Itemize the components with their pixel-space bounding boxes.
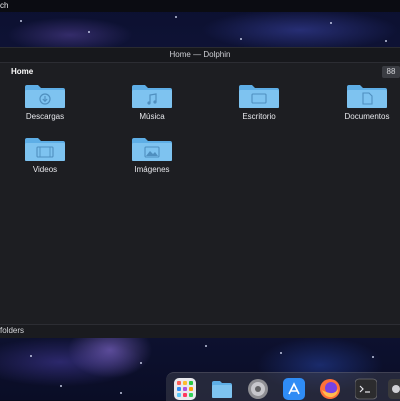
folder-label: Descargas <box>25 112 65 121</box>
star <box>280 352 282 354</box>
folder-musica[interactable]: Música <box>117 83 187 131</box>
star <box>140 362 142 364</box>
star <box>60 385 62 387</box>
star <box>205 345 207 347</box>
folder-label: Imágenes <box>134 165 170 174</box>
video-icon <box>25 138 65 161</box>
folder-label: Escritorio <box>242 112 276 121</box>
dock <box>166 372 400 401</box>
folder-label: Música <box>139 112 165 121</box>
dolphin-window[interactable]: Home — Dolphin Home 88 Descargas Música … <box>0 47 400 338</box>
folder-documentos[interactable]: Documentos <box>332 83 400 131</box>
launchpad-icon[interactable] <box>174 378 196 400</box>
star <box>88 31 90 33</box>
status-text: folders <box>0 326 25 335</box>
top-panel-text: ch <box>0 1 9 10</box>
star <box>20 20 22 22</box>
top-panel: ch <box>0 0 400 12</box>
settings-icon[interactable] <box>247 378 269 400</box>
music-icon <box>132 85 172 108</box>
folder-label: Documentos <box>344 112 390 121</box>
star <box>372 356 374 358</box>
folder-descargas[interactable]: Descargas <box>10 83 80 131</box>
status-bar: folders <box>0 324 400 338</box>
desktop-icon <box>239 85 279 108</box>
folder-imagenes[interactable]: Imágenes <box>117 136 187 184</box>
document-icon <box>347 85 387 108</box>
breadcrumb-home[interactable]: Home <box>11 66 33 78</box>
window-titlebar[interactable]: Home — Dolphin <box>0 48 400 63</box>
view-mode-label: 88 <box>386 67 396 76</box>
view-mode-button[interactable]: 88 <box>382 66 400 78</box>
star <box>175 16 177 18</box>
location-toolbar: Home 88 <box>0 64 400 80</box>
folder-videos[interactable]: Videos <box>10 136 80 184</box>
star <box>30 355 32 357</box>
app-store-icon[interactable] <box>283 378 305 400</box>
files-icon[interactable] <box>211 378 233 400</box>
download-icon <box>25 85 65 108</box>
image-icon <box>132 138 172 161</box>
window-title: Home — Dolphin <box>169 50 231 59</box>
file-grid: Descargas Música Escritorio Documentos V… <box>0 83 400 313</box>
star <box>330 22 332 24</box>
folder-label: Videos <box>32 165 58 174</box>
terminal-icon[interactable] <box>355 378 377 400</box>
star <box>385 40 387 42</box>
folder-escritorio[interactable]: Escritorio <box>224 83 294 131</box>
partial-app-icon[interactable] <box>388 378 400 400</box>
star <box>120 392 122 394</box>
firefox-icon[interactable] <box>319 378 341 400</box>
star <box>240 38 242 40</box>
